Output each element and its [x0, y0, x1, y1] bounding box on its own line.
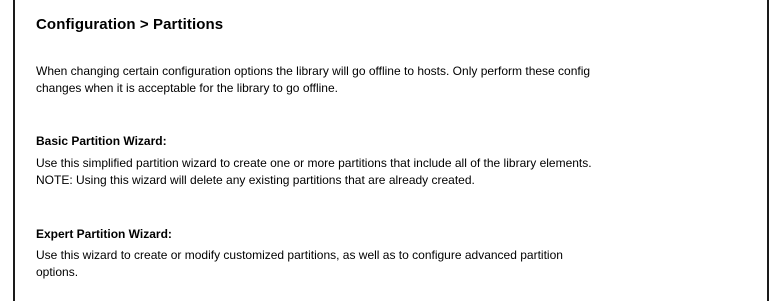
intro-line: changes when it is acceptable for the li… — [36, 81, 338, 95]
basic-wizard-heading: Basic Partition Wizard: — [36, 134, 167, 148]
expert-wizard-heading: Expert Partition Wizard: — [36, 227, 172, 241]
expert-wizard-line: Use this wizard to create or modify cust… — [36, 248, 563, 262]
basic-wizard-line: NOTE: Using this wizard will delete any … — [36, 173, 475, 187]
page-title: Configuration > Partitions — [36, 16, 224, 33]
intro-line: When changing certain configuration opti… — [36, 64, 591, 78]
expert-wizard-description: Use this wizard to create or modify cust… — [36, 247, 563, 281]
basic-wizard-description: Use this simplified partition wizard to … — [36, 155, 592, 189]
intro-text: When changing certain configuration opti… — [36, 63, 590, 97]
content-panel: Configuration > Partitions When changing… — [13, 0, 769, 301]
expert-wizard-line: options. — [36, 265, 79, 279]
basic-wizard-line: Use this simplified partition wizard to … — [36, 156, 592, 170]
